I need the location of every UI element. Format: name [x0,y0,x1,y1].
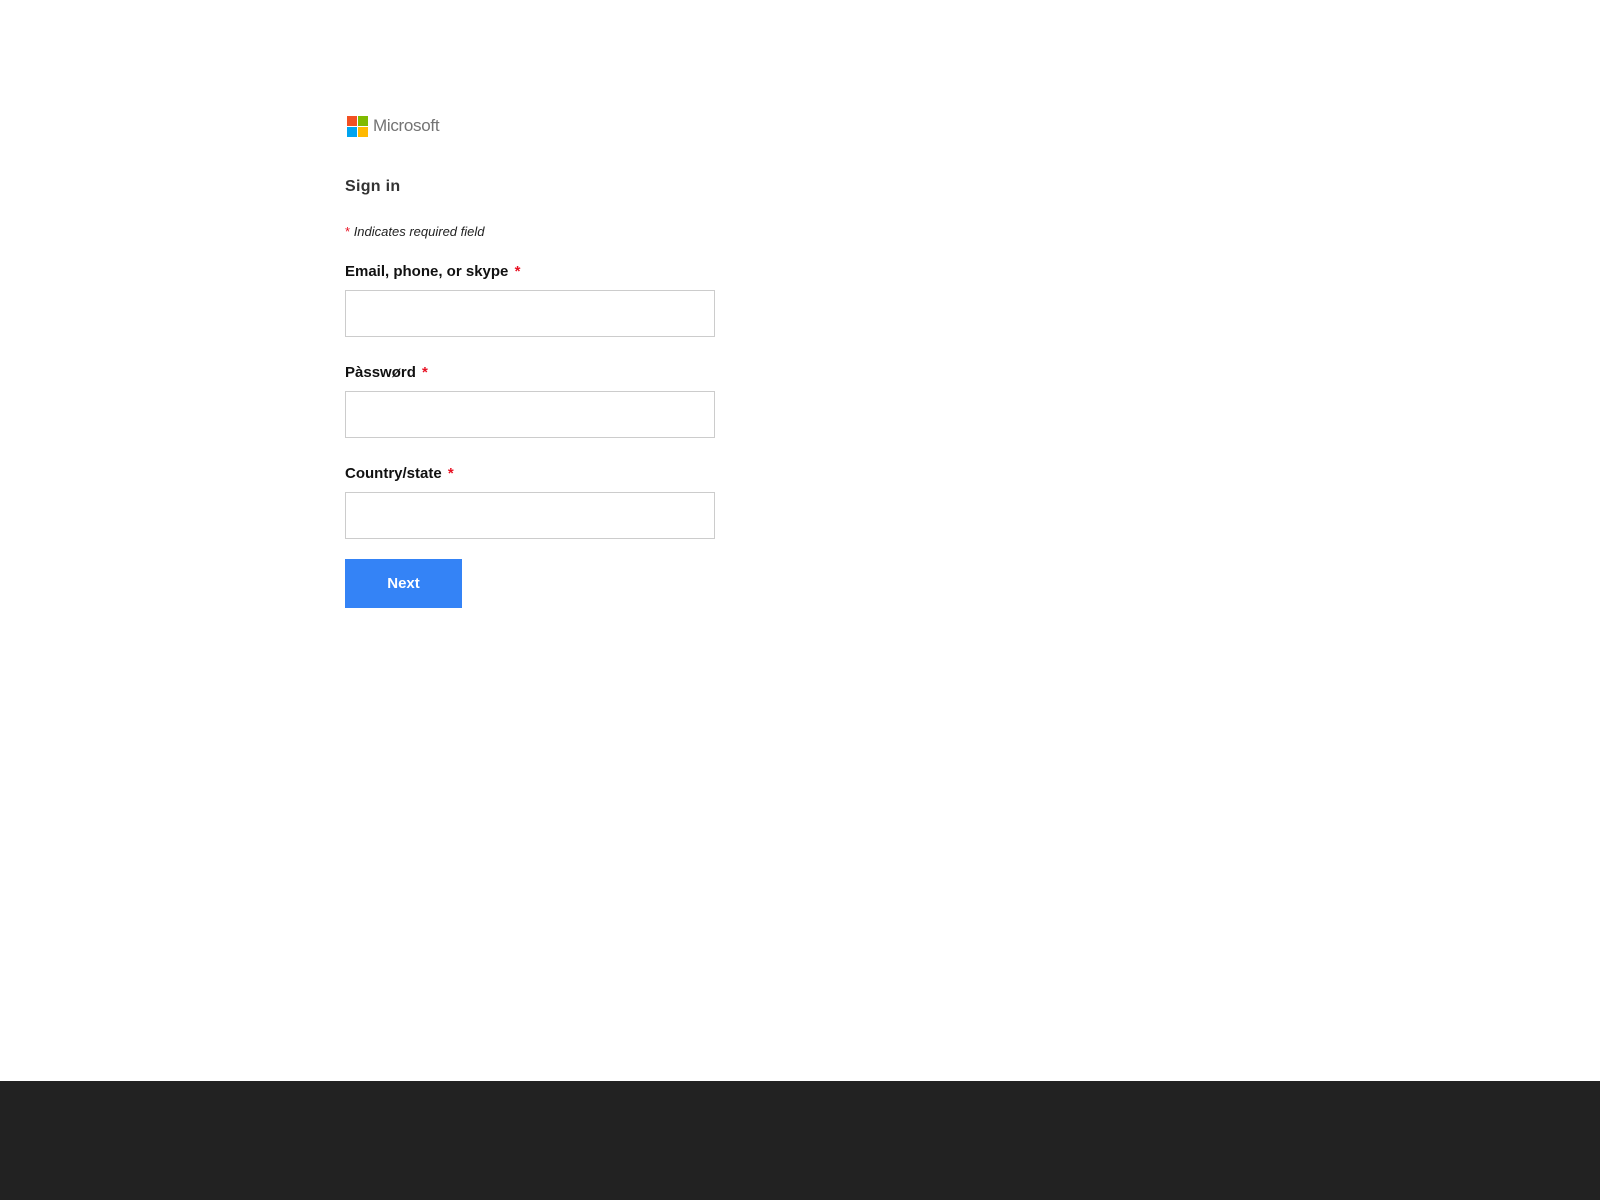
password-label-text: Pàsswørd [345,364,416,381]
email-label-text: Email, phone, or skype [345,263,509,280]
sign-in-page: Microsoft Sign in * Indicates required f… [0,0,1600,1200]
microsoft-logo-icon [347,115,368,137]
required-marker: * [345,224,351,239]
logo-square-yellow [358,126,368,137]
password-input[interactable] [345,391,715,438]
password-label: Pàsswørd * [345,364,715,381]
logo-square-red [347,115,357,126]
next-button[interactable]: Next [345,559,462,608]
required-marker: * [447,465,454,482]
required-field-note: * Indicates required field [345,224,715,239]
page-title: Sign in [345,178,401,195]
required-note-text: Indicates required field [353,224,485,239]
email-input[interactable] [345,290,715,337]
logo-square-blue [347,126,357,137]
country-label: Country/state * [345,465,715,482]
country-input[interactable] [345,492,715,539]
logo-square-green [358,115,368,126]
email-label: Email, phone, or skype * [345,263,715,280]
required-marker: * [514,263,521,280]
country-label-text: Country/state [345,465,442,482]
footer [0,1081,1600,1200]
required-marker: * [422,364,428,381]
microsoft-logo: Microsoft [345,114,715,138]
logo-text: Microsoft [373,116,440,135]
sign-in-form: Microsoft Sign in * Indicates required f… [345,114,715,608]
